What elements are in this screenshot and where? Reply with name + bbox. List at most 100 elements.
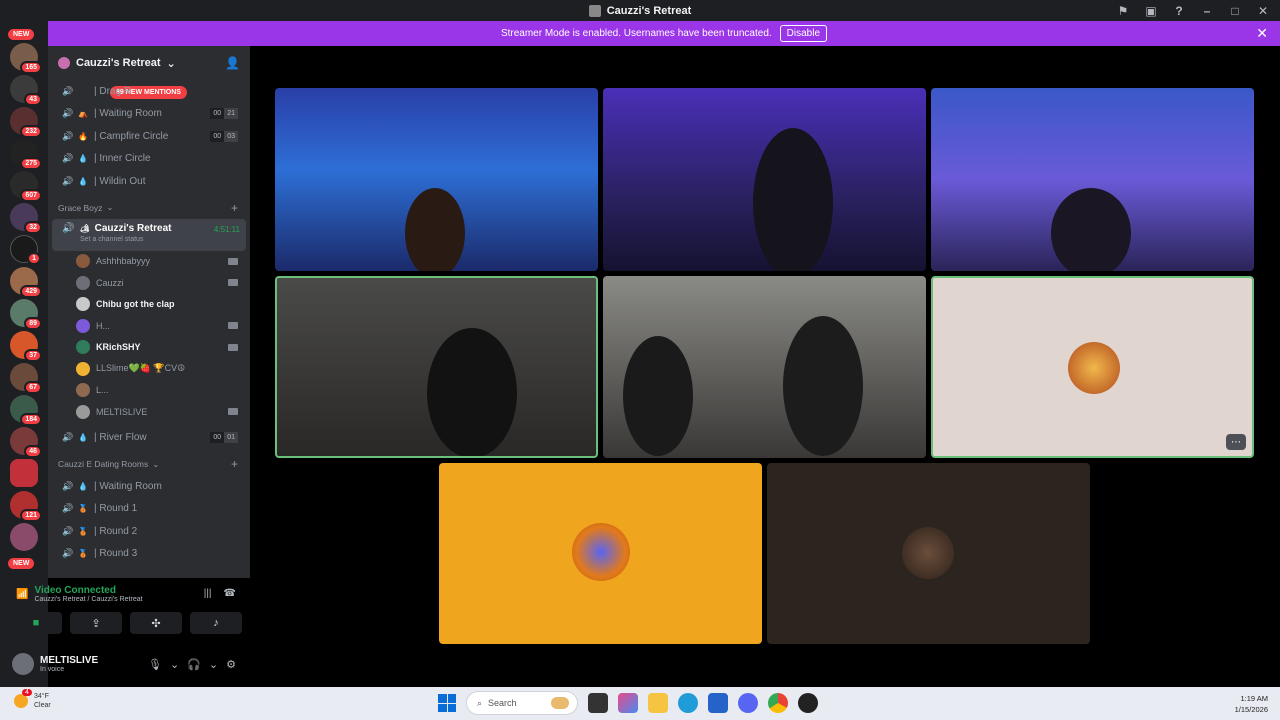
voice-user[interactable]: H... (48, 315, 250, 337)
username[interactable]: MELTISLIVE (40, 655, 98, 666)
clock[interactable]: 1:19 AM 1/15/2026 (1235, 693, 1268, 715)
server-badge: 89 (24, 317, 42, 330)
server-icon[interactable]: 32 (10, 203, 42, 234)
avatar-tile[interactable]: ⋯ (931, 276, 1254, 458)
invite-people-icon[interactable]: 👤 (225, 56, 240, 70)
taskbar-search[interactable]: ⌕ Search (466, 691, 578, 715)
voice-channel[interactable]: 🔊 🥉 | Round 2 (48, 520, 250, 543)
file-explorer-icon[interactable] (648, 693, 668, 713)
voice-user[interactable]: MELTISLIVE (48, 401, 250, 423)
close-window-button[interactable]: ✕ (1254, 4, 1272, 18)
add-channel-icon[interactable]: + (231, 457, 238, 471)
search-highlight-icon (551, 697, 569, 709)
weather-widget[interactable]: 4 34°F Clear (14, 689, 51, 710)
server-icon[interactable]: 232 (10, 107, 42, 138)
voice-channel[interactable]: 🔊 💧 | River Flow 00 01 (48, 427, 250, 450)
voice-user[interactable]: Cauzzi (48, 272, 250, 294)
chevron-down-icon[interactable]: ⌄ (170, 658, 179, 671)
video-tile[interactable] (275, 88, 598, 271)
server-icon[interactable]: 121 (10, 491, 42, 522)
screen-share-button[interactable]: ⇪ (70, 612, 122, 634)
voice-channel[interactable]: 🔊 🔥 | Campfire Circle 00 03 (48, 125, 250, 148)
video-tile[interactable] (931, 88, 1254, 271)
server-badge: 46 (24, 445, 42, 458)
store-icon[interactable] (708, 693, 728, 713)
more-options-icon[interactable]: ⋯ (1226, 434, 1246, 450)
discord-icon[interactable] (738, 693, 758, 713)
help-icon[interactable]: ? (1170, 4, 1188, 18)
new-pill-top[interactable]: NEW (8, 29, 35, 40)
activities-button[interactable]: ✣ (130, 612, 182, 634)
voice-channel[interactable]: 🔊 🥉 | Round 1 (48, 498, 250, 521)
video-tile[interactable] (603, 276, 926, 458)
voice-channel[interactable]: 🔊 💧 | Inner Circle (48, 148, 250, 171)
category-header[interactable]: Grace Boyz ⌄ + (48, 197, 250, 219)
server-icon[interactable]: 607 (10, 171, 42, 202)
server-icon[interactable]: 165 (10, 43, 42, 74)
server-icon[interactable] (10, 459, 38, 487)
voice-channel[interactable]: 🔊 ⛺ | Waiting Room 00 21 (48, 103, 250, 126)
disable-button[interactable]: Disable (779, 25, 828, 42)
soundboard-button[interactable]: ♪ (190, 612, 242, 634)
headphones-icon[interactable]: 🎧 (187, 658, 201, 671)
chrome-icon[interactable] (768, 693, 788, 713)
connection-channel[interactable]: Cauzzi's Retreat / Cauzzi's Retreat (34, 596, 142, 603)
server-badge: 275 (20, 157, 42, 170)
new-pill-bottom[interactable]: NEW (8, 558, 35, 569)
server-icon[interactable]: 89 (10, 299, 42, 330)
server-icon[interactable]: 184 (10, 395, 42, 426)
connection-status[interactable]: Video Connected (34, 585, 142, 596)
server-icon[interactable]: 67 (10, 363, 42, 394)
speaker-icon: 🔊 (62, 85, 74, 96)
minimize-button[interactable]: – (1198, 4, 1216, 18)
camera-button[interactable]: ■ (10, 612, 62, 634)
voice-channel[interactable]: 🔊 💧 | Wildin Out (48, 170, 250, 193)
server-icon[interactable]: 1 (10, 235, 41, 265)
category-header[interactable]: Cauzzi E Dating Rooms ⌄ + (48, 453, 250, 475)
server-icon[interactable] (10, 523, 38, 551)
voice-user[interactable]: L... (48, 380, 250, 402)
avatar[interactable] (12, 653, 34, 675)
signal-icon[interactable]: 📶 (16, 589, 28, 600)
speaker-icon: 🔊 (62, 432, 74, 443)
guild-name: Cauzzi's Retreat (76, 57, 161, 69)
channel-status[interactable]: Set a channel status (80, 236, 240, 243)
noise-suppression-icon[interactable]: ||| (204, 588, 212, 599)
screen-icon[interactable]: ▣ (1142, 4, 1160, 18)
avatar-tile[interactable] (767, 463, 1090, 644)
guild-header[interactable]: Cauzzi's Retreat ⌄ 👤 (48, 46, 250, 80)
server-icon[interactable]: 43 (10, 75, 42, 106)
voice-user[interactable]: Ashhhbabyyy (48, 251, 250, 273)
disconnect-icon[interactable]: ☎ (224, 588, 236, 599)
voice-user[interactable]: LLSlime💚🍓 🏆CV☮ (48, 358, 250, 380)
close-banner-icon[interactable]: ✕ (1256, 25, 1268, 42)
chevron-down-icon[interactable]: ⌄ (209, 658, 218, 671)
start-button[interactable] (438, 694, 456, 712)
voice-channel[interactable]: 🔊 💧 | Waiting Room (48, 475, 250, 498)
video-tile[interactable] (275, 276, 598, 458)
server-badge: 607 (20, 189, 42, 202)
voice-user[interactable]: Chibu got the clap (48, 294, 250, 316)
voice-channel[interactable]: 🔊 🥉 | Round 3 (48, 543, 250, 566)
task-view-icon[interactable] (588, 693, 608, 713)
add-channel-icon[interactable]: + (231, 201, 238, 215)
server-icon[interactable]: 46 (10, 427, 42, 458)
settings-gear-icon[interactable]: ⚙ (226, 658, 236, 671)
voice-user-name: Ashhhbabyyy (96, 256, 151, 267)
server-icon[interactable]: 429 (10, 267, 42, 298)
video-tile[interactable] (603, 88, 926, 271)
speaker-icon: 🔊 (62, 108, 74, 119)
microphone-icon[interactable]: 🎙 (148, 658, 162, 671)
maximize-button[interactable]: □ (1226, 4, 1244, 18)
voice-user[interactable]: KRichSHY (48, 337, 250, 359)
inbox-icon[interactable]: ⚑ (1114, 4, 1132, 18)
avatar-tile[interactable] (439, 463, 762, 644)
camera-icon (228, 257, 238, 265)
server-icon[interactable]: 275 (10, 139, 42, 170)
edge-icon[interactable] (678, 693, 698, 713)
active-voice-channel[interactable]: 🔊 🏕 Cauzzi's Retreat 4:51:11 Set a channel… (52, 218, 246, 251)
server-icon[interactable]: 37 (10, 331, 42, 362)
copilot-icon[interactable] (618, 693, 638, 713)
app-icon[interactable] (798, 693, 818, 713)
voice-channel[interactable]: 🔊 | Drag R (48, 80, 250, 103)
